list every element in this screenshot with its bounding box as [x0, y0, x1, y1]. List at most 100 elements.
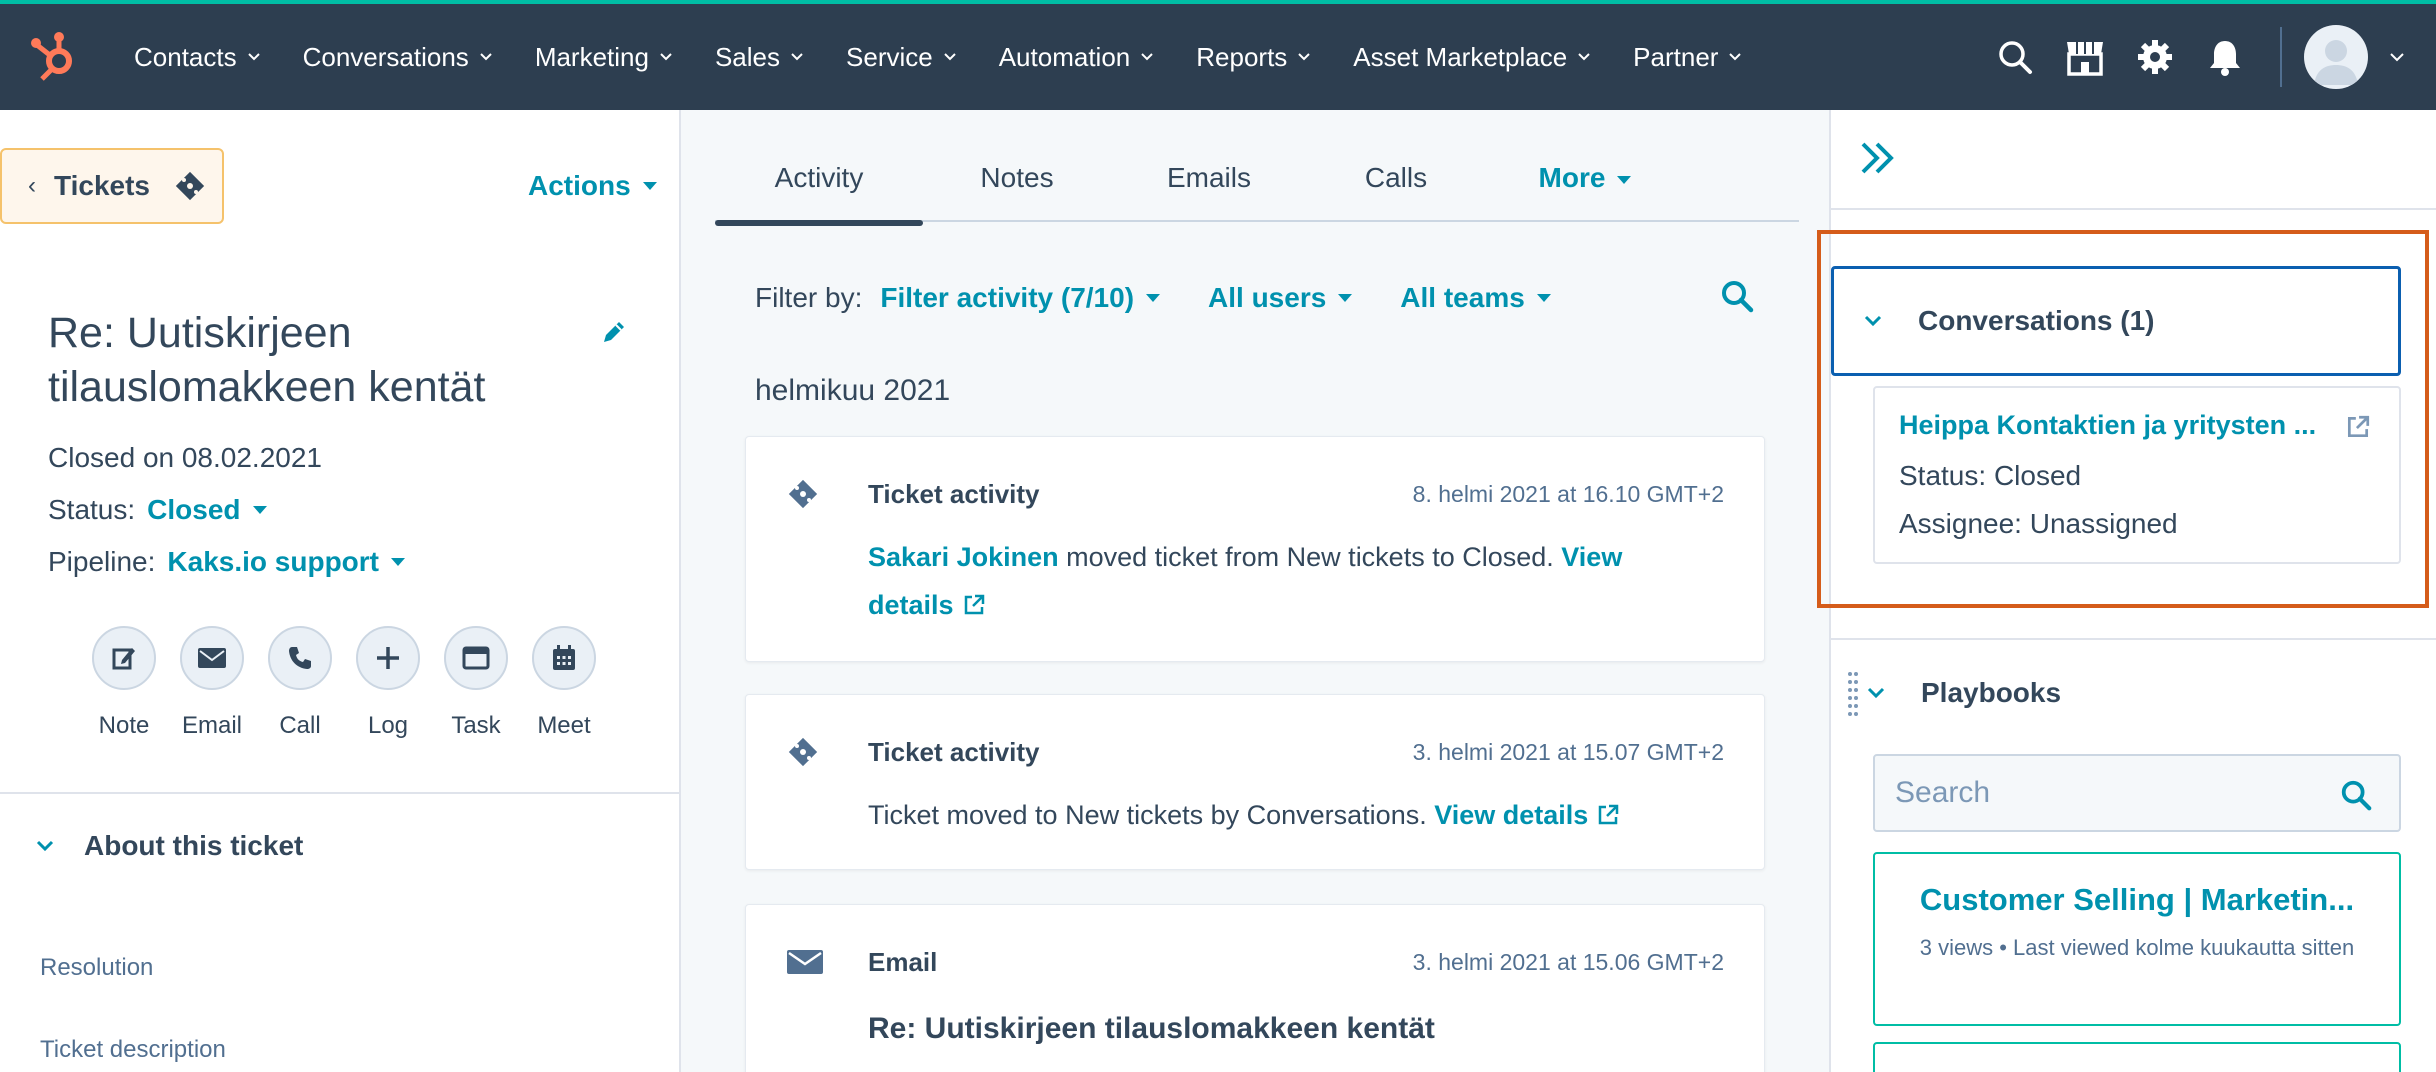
email-icon — [787, 950, 823, 974]
chevron-down-icon — [480, 53, 492, 61]
search-icon[interactable] — [2339, 778, 2373, 812]
status-dropdown[interactable]: Closed — [147, 494, 267, 526]
status-row: Status: Closed — [48, 494, 267, 526]
playbook-card[interactable] — [1873, 1042, 2401, 1072]
nav-automation[interactable]: Automation — [977, 4, 1175, 110]
log-action-button[interactable]: Log — [344, 626, 432, 740]
task-icon — [462, 646, 490, 670]
external-link-icon[interactable] — [2345, 414, 2371, 440]
task-action-button[interactable]: Task — [432, 626, 520, 740]
nav-reports[interactable]: Reports — [1174, 4, 1331, 110]
ticket-icon — [788, 479, 818, 509]
actions-dropdown[interactable]: Actions — [528, 170, 657, 202]
collapse-sidebar-icon[interactable] — [1855, 136, 1899, 180]
card-date: 3. helmi 2021 at 15.07 GMT+2 — [1412, 739, 1724, 765]
search-icon[interactable] — [1980, 22, 2050, 92]
filter-activity-dropdown[interactable]: Filter activity (7/10) — [880, 282, 1161, 314]
nav-divider — [2280, 27, 2282, 87]
nav-service[interactable]: Service — [824, 4, 977, 110]
filter-row: Filter by: Filter activity (7/10) All us… — [755, 281, 1755, 314]
external-link-icon — [1599, 804, 1619, 825]
caret-down-icon — [642, 182, 657, 190]
quick-actions: Note Email Call Log Task Meet — [80, 626, 608, 740]
card-title: Email — [868, 947, 938, 977]
actor-link[interactable]: Sakari Jokinen — [868, 542, 1059, 572]
tab-activity[interactable]: Activity — [715, 150, 923, 226]
closed-date: Closed on 08.02.2021 — [48, 442, 322, 473]
call-action-button[interactable]: Call — [256, 626, 344, 740]
divider — [1831, 638, 2436, 640]
chevron-down-icon — [1578, 53, 1590, 61]
tab-more[interactable]: More — [1485, 150, 1685, 222]
chevron-down-icon — [36, 840, 54, 852]
avatar[interactable] — [2304, 25, 2368, 89]
plus-icon — [377, 647, 399, 669]
calendar-icon — [553, 645, 575, 670]
resolution-label: Resolution — [40, 954, 154, 981]
nav-partner[interactable]: Partner — [1611, 4, 1762, 110]
chevron-down-icon[interactable] — [2388, 48, 2406, 66]
nav-contacts[interactable]: Contacts — [112, 4, 281, 110]
nav-sales[interactable]: Sales — [693, 4, 824, 110]
top-navigation: Contacts Conversations Marketing Sales S… — [0, 0, 2436, 110]
ticket-icon — [788, 737, 818, 767]
search-icon[interactable] — [1719, 278, 1755, 314]
card-date: 8. helmi 2021 at 16.10 GMT+2 — [1412, 481, 1724, 507]
card-title: Ticket activity — [868, 737, 1040, 767]
month-header: helmikuu 2021 — [755, 374, 951, 407]
pipeline-dropdown[interactable]: Kaks.io support — [167, 546, 405, 578]
view-details-link[interactable]: View details — [1434, 800, 1620, 830]
email-subject[interactable]: Re: Uutiskirjeen tilauslomakkeen kentät — [868, 1005, 1688, 1053]
ticket-description-label: Ticket description — [40, 1036, 226, 1063]
notifications-bell-icon[interactable] — [2190, 22, 2260, 92]
note-action-button[interactable]: Note — [80, 626, 168, 740]
right-sidebar: Conversations (1) Heippa Kontaktien ja y… — [1817, 110, 2436, 1072]
about-section-toggle[interactable]: About this ticket — [36, 830, 303, 862]
nav-conversations[interactable]: Conversations — [281, 4, 513, 110]
back-to-tickets-button[interactable]: ‹ Tickets — [0, 148, 224, 224]
edit-pencil-icon[interactable] — [600, 318, 628, 346]
drag-handle-icon[interactable] — [1847, 670, 1859, 716]
ticket-icon — [175, 171, 205, 201]
external-link-icon — [964, 594, 984, 615]
email-action-button[interactable]: Email — [168, 626, 256, 740]
filter-teams-dropdown[interactable]: All teams — [1400, 282, 1551, 314]
tab-emails[interactable]: Emails — [1111, 150, 1307, 222]
chevron-down-icon — [1141, 53, 1153, 61]
settings-gear-icon[interactable] — [2120, 22, 2190, 92]
conversations-section-toggle[interactable]: Conversations (1) — [1831, 266, 2401, 376]
playbook-title[interactable]: Customer Selling | Marketin... — [1875, 882, 2399, 918]
activity-card: Ticket activity 8. helmi 2021 at 16.10 G… — [745, 436, 1765, 662]
caret-down-icon — [1617, 176, 1632, 184]
tab-calls[interactable]: Calls — [1307, 150, 1485, 222]
ticket-title: Re: Uutiskirjeen tilauslomakkeen kentät — [48, 309, 486, 411]
card-title: Ticket activity — [868, 479, 1040, 509]
playbooks-search-input[interactable] — [1895, 776, 2315, 810]
nav-asset-marketplace[interactable]: Asset Marketplace — [1331, 4, 1611, 110]
chevron-left-icon: ‹ — [28, 172, 36, 199]
ticket-sidebar: ‹ Tickets Actions Re: Uutiskirjeen tilau… — [0, 110, 681, 1072]
activity-card: Ticket activity 3. helmi 2021 at 15.07 G… — [745, 694, 1765, 870]
caret-down-icon — [1338, 294, 1353, 302]
chevron-down-icon — [1864, 315, 1882, 327]
chevron-down-icon — [944, 53, 956, 61]
caret-down-icon — [1536, 294, 1551, 302]
back-label: Tickets — [54, 170, 150, 201]
email-card: Email 3. helmi 2021 at 15.06 GMT+2 Re: U… — [745, 904, 1765, 1072]
meet-action-button[interactable]: Meet — [520, 626, 608, 740]
chevron-down-icon — [791, 53, 803, 61]
card-body: Sakari Jokinen moved ticket from New tic… — [868, 542, 1623, 620]
card-date: 3. helmi 2021 at 15.06 GMT+2 — [1412, 949, 1724, 975]
filter-users-dropdown[interactable]: All users — [1208, 282, 1353, 314]
chevron-down-icon — [1867, 687, 1885, 699]
chevron-down-icon — [1298, 53, 1311, 61]
hubspot-logo-icon[interactable] — [26, 27, 86, 87]
marketplace-icon[interactable] — [2050, 22, 2120, 92]
nav-marketing[interactable]: Marketing — [513, 4, 693, 110]
playbooks-section-toggle[interactable]: Playbooks — [1847, 670, 2061, 716]
activity-timeline: Activity Notes Emails Calls More Filter … — [681, 110, 1829, 1072]
playbook-card[interactable]: Customer Selling | Marketin... 3 views •… — [1873, 852, 2401, 1026]
conversation-link[interactable]: Heippa Kontaktien ja yritysten ... — [1899, 410, 2339, 441]
pipeline-label: Pipeline: — [48, 546, 156, 577]
tab-notes[interactable]: Notes — [923, 150, 1111, 222]
